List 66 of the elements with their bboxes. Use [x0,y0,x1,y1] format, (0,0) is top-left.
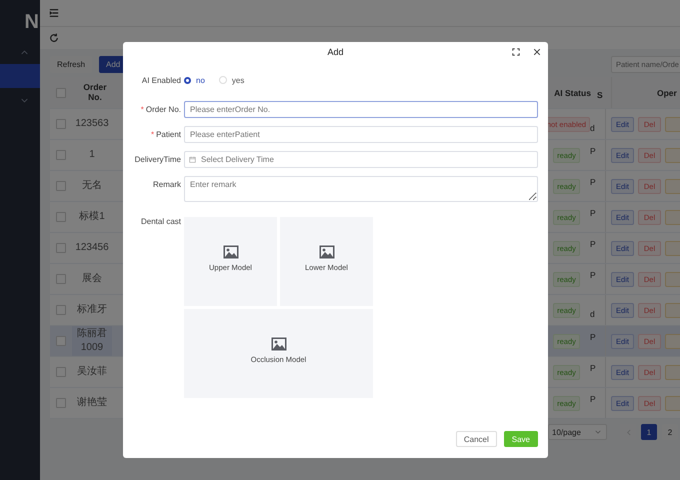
radio-option[interactable]: yes [218,76,244,84]
field-label: Patient [156,130,181,139]
checkbox[interactable] [56,398,66,408]
checkbox[interactable] [56,119,66,129]
checkbox[interactable] [56,336,66,346]
checkbox[interactable] [56,305,66,315]
fullscreen-icon[interactable] [512,48,520,56]
dialog-button[interactable]: Cancel [456,431,497,447]
table-cell: P [590,332,596,342]
table-cell[interactable]: 展会 [72,264,112,294]
checkbox[interactable] [56,274,66,284]
logo-text: N [24,10,40,34]
image-icon [318,245,334,259]
page-button[interactable]: 1 [641,424,657,440]
table-cell: P [590,208,596,218]
table-cell: P [590,177,596,187]
column-header: Order No. [82,82,108,102]
checkbox[interactable] [56,212,66,222]
chevron-icon [21,50,28,54]
table-cell[interactable]: 吴汝菲 [72,357,112,387]
column-header: S [597,90,603,100]
table-cell[interactable]: 陈丽君 1009 [72,326,112,356]
table-cell[interactable]: 无名 [72,171,112,201]
column-header: Oper [657,88,677,98]
date-field[interactable]: Select Delivery Time [184,151,538,168]
table-cell: P [590,270,596,280]
image-icon [270,337,286,351]
table-cell: P [590,394,596,404]
dialog-title: Add [328,47,344,57]
radio-option[interactable]: no [184,76,205,84]
required-mark: * [140,105,144,114]
table-cell: P [590,146,596,156]
table-cell[interactable]: 1 [72,140,112,170]
chevron-icon [21,98,28,102]
menu-icon[interactable] [49,8,59,18]
checkbox[interactable] [56,243,66,253]
column-header: AI Status [554,88,591,98]
checkbox[interactable] [56,367,66,377]
input-field[interactable]: Please enterOrder No. [184,101,538,118]
field-label: Order No. [146,105,181,114]
page-size-select[interactable]: 10/page [548,424,607,440]
calendar-icon [189,156,196,163]
checkbox[interactable] [56,150,66,160]
required-mark: * [150,130,154,139]
table-cell[interactable]: 标模1 [72,202,112,232]
table-cell[interactable]: 谢艳莹 [72,388,112,418]
checkbox[interactable] [56,181,66,191]
remark-field[interactable]: Enter remark [184,176,538,202]
table-cell[interactable]: 123456 [72,233,112,263]
table-cell: P [590,363,596,373]
field-label: Dental cast [140,217,181,226]
table-cell: P [590,239,596,249]
table-cell: d [590,309,595,319]
refresh-icon[interactable] [49,33,59,43]
table-cell: d [590,123,595,133]
field-label: AI Enabled [142,76,181,84]
field-label: DeliveryTime [134,155,181,164]
table-cell[interactable]: 标准牙 [72,295,112,325]
field-label: Remark [152,180,181,189]
image-icon [222,245,238,259]
menu-item[interactable] [0,64,40,88]
checkbox[interactable] [56,88,66,98]
dialog-button[interactable]: Save [504,431,538,447]
table-cell[interactable]: 123563 [72,109,112,139]
caret-icon [595,430,601,434]
close-icon[interactable] [533,48,541,56]
